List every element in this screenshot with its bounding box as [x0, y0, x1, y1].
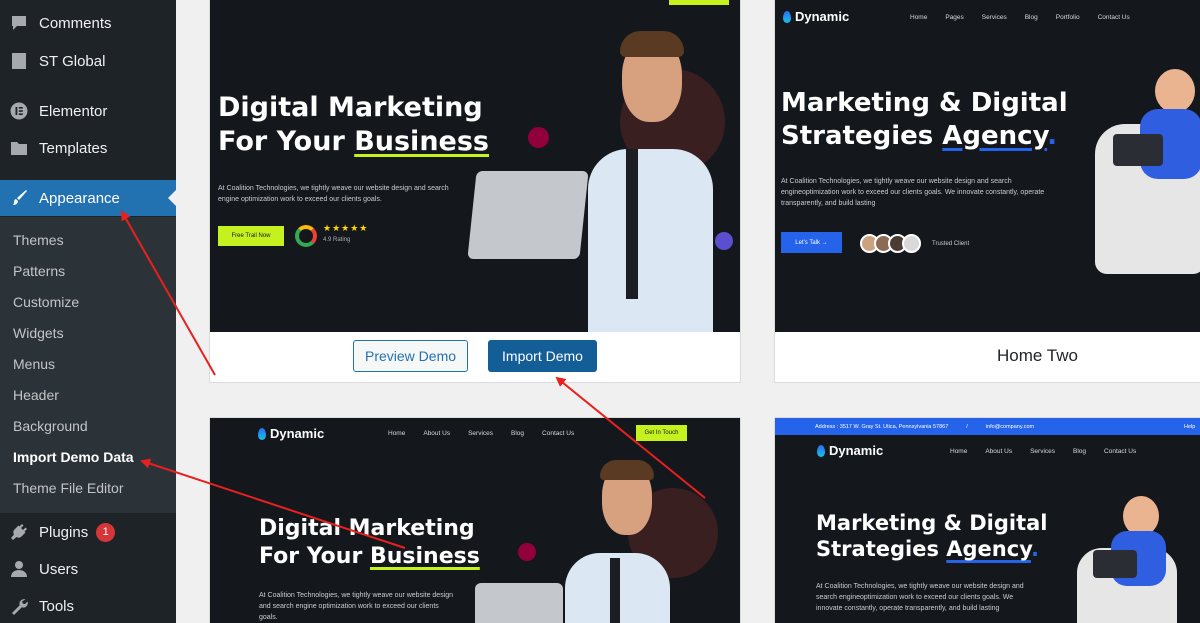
folder-icon [9, 138, 29, 158]
lets-talk-button: Let's Talk → [781, 232, 842, 253]
demo-card-home-two: Dynamic Home Pages Services Blog Portfolio Co… [774, 0, 1200, 383]
person-shirt [588, 149, 713, 332]
nav-cta-edge [669, 0, 729, 5]
card-title-bar: Home Two [775, 330, 1200, 382]
menu-comments[interactable]: Comments [0, 5, 176, 41]
submenu-customize[interactable]: Customize [13, 292, 79, 312]
rating-stars: ★★★★★ [323, 223, 369, 233]
preview-demo-button[interactable]: Preview Demo [353, 340, 468, 372]
submenu-patterns[interactable]: Patterns [13, 261, 65, 281]
character-head [1123, 496, 1159, 536]
demo-card-home-four: Address : 3517 W. Gray St. Utica, Pennsy… [774, 417, 1200, 623]
elementor-badge-icon [528, 127, 549, 148]
hero-title: Marketing & Digital Strategies Agency. [781, 88, 1068, 151]
hero-description: At Coalition Technologies, we tightly we… [781, 178, 1045, 207]
rating-text: 4.9 Rating [323, 237, 351, 243]
demo-screenshot-two[interactable]: Dynamic Home Pages Services Blog Portfolio Co… [775, 0, 1200, 332]
demo-card-home-one: Digital Marketing For Your Business At C… [209, 0, 741, 383]
menu-comments-label: Comments [39, 14, 112, 32]
submenu-themes[interactable]: Themes [13, 230, 64, 250]
menu-appearance[interactable]: Appearance [0, 180, 176, 216]
hero-description: At Coalition Technologies, we tightly we… [259, 592, 454, 621]
user-icon [9, 559, 29, 579]
dynamic-logo: Dynamic [783, 9, 849, 24]
menu-tools[interactable]: Tools [0, 588, 176, 623]
logo-drop-icon [817, 444, 825, 457]
card-actions: Preview Demo Import Demo [210, 330, 740, 382]
site-topbar: Address : 3517 W. Gray St. Utica, Pennsy… [775, 418, 1200, 435]
submenu-theme-file-editor[interactable]: Theme File Editor [13, 478, 123, 498]
logo-drop-icon [258, 427, 266, 440]
free-trial-button: Free Trail Now [218, 226, 284, 246]
person-tie [626, 149, 638, 299]
character-laptop [1113, 134, 1163, 166]
wrench-icon [9, 596, 29, 616]
demo-screenshot[interactable]: Digital Marketing For Your Business At C… [210, 0, 740, 332]
dynamic-logo: Dynamic [258, 426, 324, 441]
character-laptop [1093, 550, 1137, 578]
menu-st-global-label: ST Global [39, 52, 106, 70]
hero-title: Digital Marketing For Your Business [259, 516, 480, 569]
submenu-import-demo-data[interactable]: Import Demo Data [13, 447, 134, 467]
demo-screenshot-three[interactable]: Dynamic Home About Us Services Blog Contact … [210, 418, 740, 623]
plugins-update-badge: 1 [96, 522, 116, 542]
trusted-client-text: Trusted Client [932, 241, 970, 247]
hero-title: Digital Marketing For Your Business [218, 92, 489, 157]
import-demo-button[interactable]: Import Demo [488, 340, 597, 372]
submenu-background[interactable]: Background [13, 416, 88, 436]
hero-title: Marketing & Digital Strategies Agency. [816, 511, 1048, 562]
submenu-widgets[interactable]: Widgets [13, 323, 64, 343]
get-in-touch-button: Get In Touch [636, 425, 687, 441]
person-hair [600, 460, 654, 480]
site-nav: Home About Us Services Blog Contact Us [388, 430, 575, 437]
laptop-illustration [475, 583, 563, 623]
elementor-icon [9, 101, 29, 121]
person-tie [610, 558, 620, 623]
current-menu-arrow [168, 190, 176, 206]
admin-sidebar: Comments ST Global Elementor Templates A… [0, 0, 176, 623]
menu-templates-label: Templates [39, 139, 108, 157]
menu-users-label: Users [39, 560, 79, 578]
comment-icon [9, 13, 29, 33]
document-icon [9, 51, 29, 71]
hero-description: At Coalition Technologies, we tightly we… [218, 185, 449, 203]
submenu-menus[interactable]: Menus [13, 354, 55, 374]
logo-drop-icon [783, 10, 791, 23]
client-avatars [860, 234, 924, 253]
demo-card-home-three: Dynamic Home About Us Services Blog Contact … [209, 417, 741, 623]
menu-appearance-label: Appearance [39, 189, 120, 207]
site-nav: Home About Us Services Blog Contact Us [950, 448, 1137, 455]
site-nav: Home Pages Services Blog Portfolio Contact Us [910, 14, 1130, 21]
hero-description: At Coalition Technologies, we tightly we… [816, 583, 1024, 612]
css-badge-icon [715, 232, 733, 250]
person-hair [620, 31, 684, 57]
menu-templates[interactable]: Templates [0, 130, 176, 166]
menu-st-global[interactable]: ST Global [0, 43, 176, 79]
menu-tools-label: Tools [39, 597, 75, 615]
google-logo-icon [295, 225, 317, 247]
appearance-submenu: Themes Patterns Customize Widgets Menus … [0, 217, 176, 513]
menu-elementor[interactable]: Elementor [0, 93, 176, 129]
demo-screenshot-four[interactable]: Address : 3517 W. Gray St. Utica, Pennsy… [775, 418, 1200, 623]
laptop-illustration [467, 171, 589, 259]
plug-icon [9, 522, 29, 542]
dynamic-logo: Dynamic [817, 443, 883, 458]
submenu-header[interactable]: Header [13, 385, 59, 405]
menu-users[interactable]: Users [0, 551, 176, 587]
menu-plugins-label: Plugins [39, 523, 89, 541]
menu-elementor-label: Elementor [39, 102, 108, 120]
character-head [1155, 69, 1195, 113]
menu-plugins[interactable]: Plugins 1 [0, 514, 176, 550]
elementor-badge-icon [518, 543, 536, 561]
demo-name: Home Two [997, 346, 1078, 365]
paintbrush-icon [9, 188, 29, 208]
